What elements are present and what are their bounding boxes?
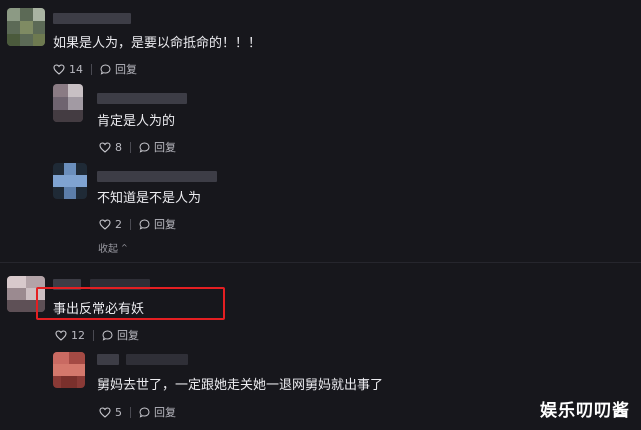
avatar-blurred[interactable] xyxy=(53,84,83,122)
reply-actions: 8 回复 xyxy=(99,139,176,155)
speech-bubble-icon xyxy=(139,218,150,230)
avatar-blurred[interactable] xyxy=(53,352,85,388)
like-button[interactable]: 5 xyxy=(99,406,122,419)
reply-button[interactable]: 回复 xyxy=(139,139,176,155)
speech-bubble-icon xyxy=(139,406,150,418)
collapse-replies-button[interactable]: 收起 ^ xyxy=(98,240,128,255)
reply-button[interactable]: 回复 xyxy=(102,327,139,343)
action-divider xyxy=(91,63,92,75)
reply-label: 回复 xyxy=(115,63,137,76)
heart-outline-icon xyxy=(55,329,67,341)
heart-outline-icon xyxy=(99,218,111,230)
username-blurred xyxy=(53,13,131,24)
reply-label: 回复 xyxy=(117,329,139,342)
like-count: 5 xyxy=(115,405,122,419)
reply-label: 回复 xyxy=(154,406,176,419)
like-count: 12 xyxy=(71,328,85,342)
avatar-blurred[interactable] xyxy=(7,8,45,46)
speech-bubble-icon xyxy=(102,329,113,341)
reply-button[interactable]: 回复 xyxy=(139,216,176,232)
comment-text: 如果是人为，是要以命抵命的！！！ xyxy=(53,36,262,51)
collapse-label: 收起 xyxy=(98,244,118,255)
like-button[interactable]: 12 xyxy=(55,329,85,342)
like-count: 14 xyxy=(69,62,83,76)
action-divider xyxy=(130,406,131,418)
like-count: 2 xyxy=(115,217,122,231)
reply-label: 回复 xyxy=(154,218,176,231)
avatar-blurred[interactable] xyxy=(53,163,87,199)
comment-actions: 14 回复 xyxy=(53,61,137,77)
like-count: 8 xyxy=(115,140,122,154)
comment-text: 事出反常必有妖 xyxy=(53,302,145,317)
speech-bubble-icon xyxy=(100,63,111,75)
action-divider xyxy=(93,329,94,341)
reply-actions: 5 回复 xyxy=(99,404,176,420)
speech-bubble-icon xyxy=(139,141,150,153)
reply-button[interactable]: 回复 xyxy=(139,404,176,420)
chevron-up-icon: ^ xyxy=(121,243,128,252)
like-button[interactable]: 14 xyxy=(53,63,83,76)
heart-outline-icon xyxy=(53,63,65,75)
watermark-text: 娱乐叨叨酱 xyxy=(540,401,630,421)
reply-actions: 2 回复 xyxy=(99,216,176,232)
reply-button[interactable]: 回复 xyxy=(100,61,137,77)
username-blurred xyxy=(97,93,187,104)
heart-outline-icon xyxy=(99,406,111,418)
action-divider xyxy=(130,218,131,230)
reply-text: 肯定是人为的 xyxy=(97,114,176,129)
like-button[interactable]: 2 xyxy=(99,218,122,231)
comment-actions: 12 回复 xyxy=(55,327,139,343)
username-blurred xyxy=(126,354,188,365)
heart-outline-icon xyxy=(99,141,111,153)
like-button[interactable]: 8 xyxy=(99,141,122,154)
username-blurred xyxy=(97,354,119,365)
reply-label: 回复 xyxy=(154,141,176,154)
action-divider xyxy=(130,141,131,153)
reply-text: 舅妈去世了，一定跟她走关她一退网舅妈就出事了 xyxy=(97,378,384,393)
reply-text: 不知道是不是人为 xyxy=(97,191,202,206)
comment-divider xyxy=(0,262,641,263)
username-blurred xyxy=(97,171,217,182)
